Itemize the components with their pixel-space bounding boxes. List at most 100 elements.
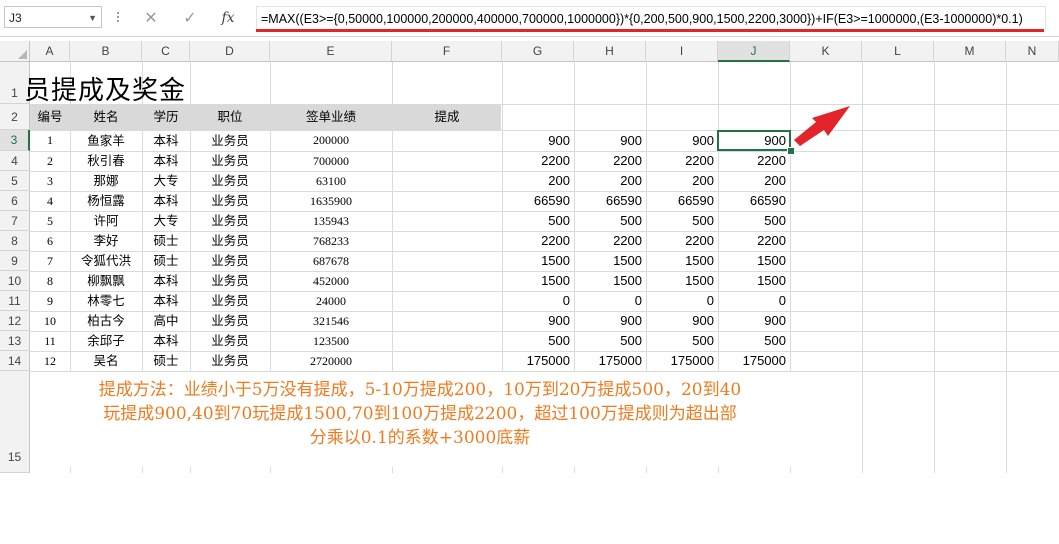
cell-g: 500 xyxy=(548,333,570,348)
cell-sales: 321546 xyxy=(313,314,349,328)
cancel-glyph: ✕ xyxy=(144,8,158,27)
cell-position: 业务员 xyxy=(211,173,249,188)
column-header-m[interactable]: M xyxy=(934,41,1006,62)
commission-note: 提成方法：业绩小于5万没有提成，5-10万提成200，10万到20万提成500，… xyxy=(30,378,810,450)
row-header-11[interactable]: 11 xyxy=(0,291,30,311)
row-header-12[interactable]: 12 xyxy=(0,311,30,331)
column-header-k[interactable]: K xyxy=(790,41,862,62)
column-header-j[interactable]: J xyxy=(718,41,790,62)
cell-name: 许阿 xyxy=(93,213,119,228)
cell-sales: 123500 xyxy=(313,334,349,348)
cell-g: 1500 xyxy=(541,253,570,268)
cell-g: 0 xyxy=(562,293,570,308)
cell-h: 900 xyxy=(620,133,642,148)
selected-cell-j3[interactable] xyxy=(717,130,791,151)
column-header-b[interactable]: B xyxy=(70,41,142,62)
column-header-h[interactable]: H xyxy=(574,41,646,62)
cell-h: 2200 xyxy=(613,233,642,248)
insert-function-icon[interactable]: fx xyxy=(218,8,238,28)
cell-education: 本科 xyxy=(153,133,179,148)
header-cell: 职位 xyxy=(217,109,243,124)
chevron-down-icon[interactable]: ▼ xyxy=(88,7,97,29)
cell-name: 李好 xyxy=(93,233,119,248)
grid-col-line xyxy=(862,62,863,473)
cell-name: 令狐代洪 xyxy=(80,253,131,268)
row-header-4[interactable]: 4 xyxy=(0,151,30,171)
header-cell: 签单业绩 xyxy=(305,109,356,124)
cell-j: 1500 xyxy=(757,253,786,268)
name-box[interactable]: J3 ▼ xyxy=(4,6,102,28)
cell-g: 900 xyxy=(548,133,570,148)
cell-g: 2200 xyxy=(541,233,570,248)
cell-j: 175000 xyxy=(742,353,786,368)
cell-number: 1 xyxy=(47,133,53,147)
column-headers: ABCDEFGHIJKLMN xyxy=(0,41,1059,62)
column-header-d[interactable]: D xyxy=(190,41,270,62)
cell-sales: 768233 xyxy=(313,234,349,248)
cell-h: 0 xyxy=(634,293,642,308)
formula-input[interactable]: =MAX((E3>={0,50000,100000,200000,400000,… xyxy=(256,6,1046,30)
cell-sales: 700000 xyxy=(313,154,349,168)
cell-i: 175000 xyxy=(670,353,714,368)
row-header-2[interactable]: 2 xyxy=(0,104,30,130)
drag-handle-icon[interactable] xyxy=(116,10,120,24)
cell-h: 200 xyxy=(620,173,642,188)
row-header-14[interactable]: 14 xyxy=(0,351,30,371)
formula-bar: J3 ▼ ✕ ✓ fx =MAX((E3>={0,50000,100000,20… xyxy=(0,0,1059,37)
cell-i: 1500 xyxy=(685,253,714,268)
column-header-c[interactable]: C xyxy=(142,41,190,62)
row-header-7[interactable]: 7 xyxy=(0,211,30,231)
cell-number: 6 xyxy=(47,234,53,248)
row-header-10[interactable]: 10 xyxy=(0,271,30,291)
cell-i: 900 xyxy=(692,313,714,328)
note-line-2: 玩提成900,40到70玩提成1500,70到100万提成2200，超过100万… xyxy=(103,404,737,424)
cell-g: 200 xyxy=(548,173,570,188)
cancel-icon[interactable]: ✕ xyxy=(141,8,161,28)
row-header-8[interactable]: 8 xyxy=(0,231,30,251)
cell-education: 硕士 xyxy=(153,353,179,368)
confirm-icon[interactable]: ✓ xyxy=(180,8,200,28)
cell-position: 业务员 xyxy=(211,313,249,328)
row-header-9[interactable]: 9 xyxy=(0,251,30,271)
cell-j: 200 xyxy=(764,173,786,188)
column-header-e[interactable]: E xyxy=(270,41,392,62)
cell-sales: 63100 xyxy=(316,174,346,188)
cell-h: 500 xyxy=(620,333,642,348)
cell-position: 业务员 xyxy=(211,153,249,168)
cell-j: 500 xyxy=(764,333,786,348)
cell-sales: 1635900 xyxy=(310,194,352,208)
note-line-1: 提成方法：业绩小于5万没有提成，5-10万提成200，10万到20万提成500，… xyxy=(98,380,742,400)
cell-i: 66590 xyxy=(677,193,714,208)
row-header-13[interactable]: 13 xyxy=(0,331,30,351)
column-header-l[interactable]: L xyxy=(862,41,934,62)
cell-g: 175000 xyxy=(526,353,570,368)
row-header-6[interactable]: 6 xyxy=(0,191,30,211)
cell-position: 业务员 xyxy=(211,333,249,348)
formula-underline-annotation xyxy=(256,29,1044,32)
cell-education: 本科 xyxy=(153,293,179,308)
column-header-a[interactable]: A xyxy=(30,41,70,62)
row-header-3[interactable]: 3 xyxy=(0,130,30,151)
cell-name: 杨恒露 xyxy=(87,193,125,208)
cell-sales: 200000 xyxy=(313,133,349,147)
cell-i: 200 xyxy=(692,173,714,188)
row-header-5[interactable]: 5 xyxy=(0,171,30,191)
row-header-15[interactable]: 15 xyxy=(0,371,30,473)
cell-number: 5 xyxy=(47,214,53,228)
column-header-n[interactable]: N xyxy=(1006,41,1059,62)
cell-education: 大专 xyxy=(153,213,179,228)
column-header-f[interactable]: F xyxy=(392,41,502,62)
cell-position: 业务员 xyxy=(211,193,249,208)
cell-name: 秋引春 xyxy=(87,153,125,168)
cell-number: 10 xyxy=(44,314,56,328)
cell-g: 66590 xyxy=(533,193,570,208)
cell-g: 2200 xyxy=(541,153,570,168)
cell-education: 高中 xyxy=(153,313,179,328)
cell-number: 11 xyxy=(44,334,56,348)
column-header-i[interactable]: I xyxy=(646,41,718,62)
cell-name: 林零七 xyxy=(87,293,125,308)
cell-education: 本科 xyxy=(153,273,179,288)
column-header-g[interactable]: G xyxy=(502,41,574,62)
cell-number: 2 xyxy=(47,154,53,168)
cell-position: 业务员 xyxy=(211,133,249,148)
